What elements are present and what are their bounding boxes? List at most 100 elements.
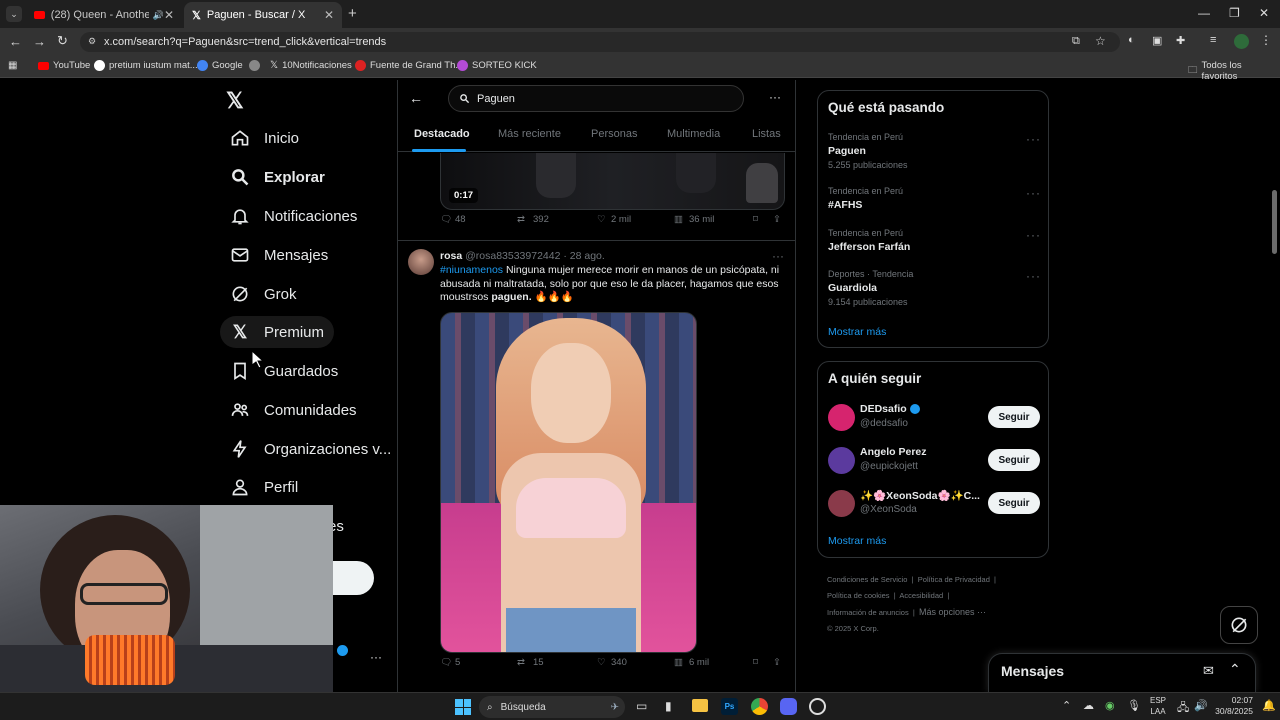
browser-tab-youtube[interactable]: (28) Queen - Another One B 🔊 ✕ (26, 2, 182, 28)
tweet-video[interactable]: 0:17 (440, 153, 785, 210)
menu-icon[interactable]: ⋮ (1260, 33, 1272, 47)
notifications-icon[interactable]: 🔔 (1262, 699, 1276, 712)
tweet-more-dots-icon[interactable]: ··· (772, 249, 784, 263)
nav-item-mensajes[interactable]: Mensajes (220, 239, 338, 271)
footer-link[interactable]: Política de Privacidad (918, 575, 990, 584)
nav-item-premium[interactable]: 𝕏 Premium (220, 316, 335, 348)
nav-item-notificaciones[interactable]: Notificaciones (220, 200, 367, 232)
tab-multimedia[interactable]: Multimedia (667, 128, 720, 140)
tab-listas[interactable]: Listas (752, 128, 781, 140)
bookmark-pretium[interactable]: pretium iustum mat... (94, 60, 198, 71)
close-window-icon[interactable]: ✕ (1259, 6, 1269, 20)
tab-mas-reciente[interactable]: Más reciente (498, 128, 561, 140)
nav-item-guardados[interactable]: Guardados (220, 355, 348, 387)
tray-app-icon-2[interactable]: 🎙 (1127, 699, 1141, 712)
trend-more-dots-icon[interactable]: ··· (1026, 186, 1041, 200)
tweet-image[interactable] (440, 312, 697, 653)
x-logo-icon[interactable]: 𝕏 (226, 88, 244, 114)
share-icon[interactable]: ⇪ (773, 657, 781, 668)
bookmark-google[interactable]: Google (197, 60, 243, 71)
retweet-icon[interactable]: ⇄ (517, 657, 525, 668)
task-view-icon[interactable]: ▭ (636, 699, 647, 713)
taskbar-search[interactable]: ⌕ Búsqueda ✈ (479, 696, 625, 718)
tray-app-icon[interactable]: ◉ (1105, 699, 1115, 712)
bookmark-icon[interactable]: ⌑ (753, 214, 758, 225)
follow-item[interactable]: ✨🌸XeonSoda🌸✨C... @XeonSoda Seguir (828, 488, 1040, 520)
trend-more-dots-icon[interactable]: ··· (1026, 269, 1041, 283)
volume-icon[interactable]: 🔊 (1194, 699, 1208, 712)
tweet-author-handle[interactable]: @rosa83533972442 (465, 250, 560, 262)
tweet-hashtag[interactable]: #niunamenos (440, 264, 503, 276)
share-icon[interactable]: ⇪ (773, 214, 781, 225)
reply-icon[interactable]: 🗨 (440, 657, 452, 668)
like-icon[interactable]: ♡ (597, 657, 606, 668)
tweet-author-name[interactable]: rosa (440, 250, 462, 262)
back-arrow-icon[interactable]: ← (409, 90, 423, 106)
address-bar[interactable]: ⚙ x.com/search?q=Paguen&src=trend_click&… (80, 32, 1120, 52)
file-explorer-icon[interactable] (692, 699, 708, 712)
trend-more-dots-icon[interactable]: ··· (1026, 228, 1041, 242)
retweet-icon[interactable]: ⇄ (517, 214, 525, 225)
follow-button[interactable]: Seguir (988, 492, 1040, 514)
bookmark-youtube[interactable]: YouTube (38, 60, 90, 71)
like-icon[interactable]: ♡ (597, 214, 606, 225)
trend-item[interactable]: Tendencia en Perú Jefferson Farfán ··· (828, 228, 1040, 253)
bookmark-icon[interactable]: ⌑ (753, 657, 758, 668)
search-input[interactable]: Paguen (448, 85, 744, 112)
bookmark-10notificaciones[interactable]: 𝕏 10Notificaciones (270, 60, 352, 71)
discord-icon[interactable] (780, 698, 797, 715)
follow-item[interactable]: DEDsafio @dedsafio Seguir (828, 402, 1040, 434)
extensions-puzzle-icon[interactable]: ✚ (1176, 34, 1185, 47)
app-icon[interactable]: ▮ (665, 699, 672, 713)
footer-link[interactable]: Información de anuncios (827, 608, 909, 617)
follow-button[interactable]: Seguir (988, 449, 1040, 471)
nav-item-explorar[interactable]: Explorar (220, 161, 335, 193)
nav-item-inicio[interactable]: Inicio (220, 122, 309, 154)
tweet-avatar[interactable] (408, 249, 434, 275)
extension-icon-2[interactable]: ▣ (1152, 34, 1162, 47)
profile-avatar[interactable] (1234, 34, 1249, 49)
back-icon[interactable]: ← (9, 34, 22, 49)
all-bookmarks[interactable]: 🗀 Todos los favoritos (1188, 60, 1280, 82)
tweet-date[interactable]: · 28 ago. (563, 250, 604, 262)
messages-drawer[interactable]: Mensajes ✉ ⌃ (988, 653, 1256, 692)
nav-item-comunidades[interactable]: Comunidades (220, 394, 367, 426)
restore-icon[interactable]: ❐ (1229, 6, 1240, 20)
search-options-dots-icon[interactable]: ··· (769, 90, 781, 104)
bookmark-globe[interactable] (249, 60, 260, 71)
reply-icon[interactable]: 🗨 (440, 214, 452, 225)
account-menu-dots-icon[interactable]: ··· (370, 650, 382, 664)
onedrive-icon[interactable]: ☁ (1083, 699, 1094, 712)
follow-button[interactable]: Seguir (988, 406, 1040, 428)
footer-link[interactable]: Política de cookies (827, 591, 890, 600)
footer-link[interactable]: Accesibilidad (899, 591, 943, 600)
trend-item[interactable]: Tendencia en Perú Paguen 5.255 publicaci… (828, 132, 1040, 170)
follow-item[interactable]: Angelo Perez @eupickojett Seguir (828, 445, 1040, 477)
nav-item-organizaciones[interactable]: Organizaciones v... (220, 433, 401, 465)
windows-start-icon[interactable] (455, 699, 471, 715)
install-icon[interactable]: ⧉ (1072, 35, 1080, 48)
trends-show-more[interactable]: Mostrar más (828, 326, 886, 338)
app-icon-red[interactable] (809, 698, 826, 715)
views-icon[interactable]: ▥ (674, 214, 683, 225)
tab-destacado[interactable]: Destacado (414, 128, 470, 140)
views-icon[interactable]: ▥ (674, 657, 683, 668)
trend-item[interactable]: Tendencia en Perú #AFHS ··· (828, 186, 1040, 211)
new-tab-button[interactable]: + (348, 5, 357, 22)
close-tab-icon[interactable]: ✕ (164, 8, 174, 22)
media-icon[interactable]: ≡ (1210, 34, 1216, 46)
follow-show-more[interactable]: Mostrar más (828, 535, 886, 547)
footer-link[interactable]: Condiciones de Servicio (827, 575, 907, 584)
clock[interactable]: 02:07 30/8/2025 (1211, 695, 1253, 717)
forward-icon[interactable]: → (33, 34, 46, 49)
chrome-icon[interactable] (751, 698, 768, 715)
language-indicator[interactable]: ESP LAA (1150, 695, 1166, 717)
site-info-icon[interactable]: ⚙ (88, 36, 96, 47)
bookmark-sorteo-kick[interactable]: SORTEO KICK (457, 60, 537, 71)
tab-personas[interactable]: Personas (591, 128, 637, 140)
star-icon[interactable]: ☆ (1095, 34, 1106, 48)
apps-icon[interactable]: ▦ (8, 60, 17, 71)
grok-floating-button[interactable] (1220, 606, 1258, 644)
nav-item-perfil[interactable]: Perfil (220, 471, 308, 503)
tab-list-button[interactable]: ⌄ (6, 6, 22, 22)
